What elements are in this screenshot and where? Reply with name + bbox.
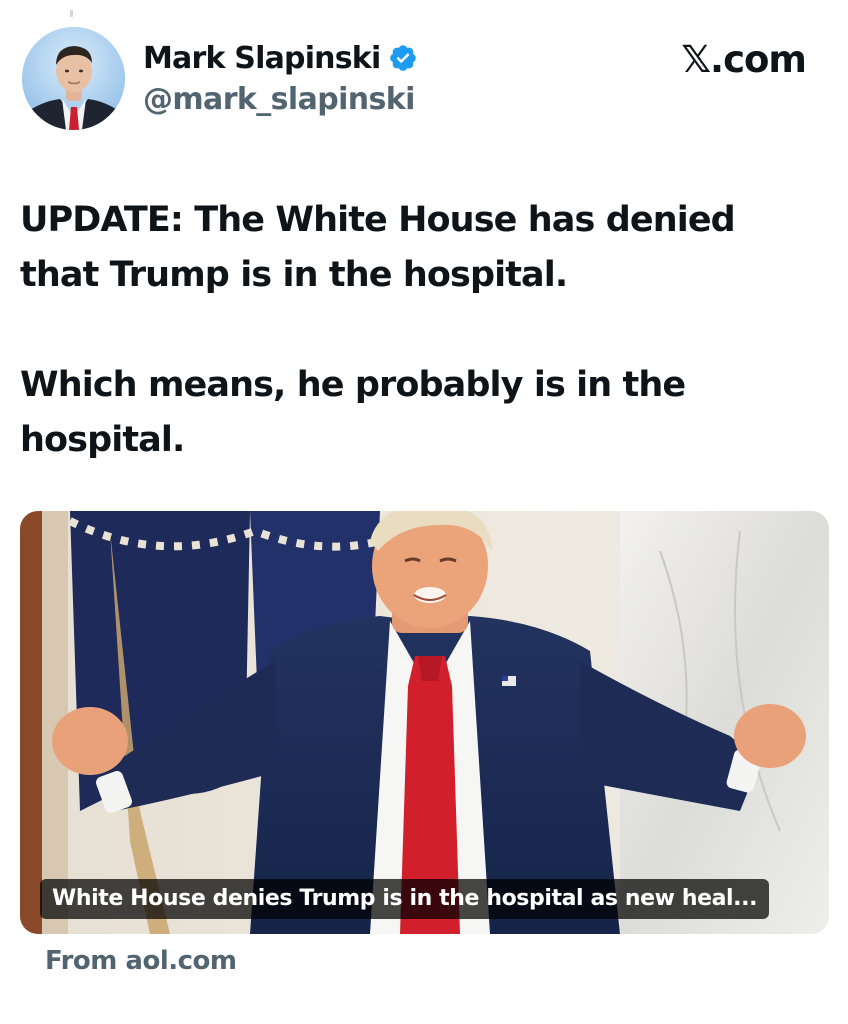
author-display-name[interactable]: Mark Slapinski: [143, 41, 381, 76]
tweet-paragraph-2: Which means, he probably is in the hospi…: [20, 365, 686, 460]
tweet-paragraph-1: UPDATE: The White House has denied that …: [20, 200, 736, 295]
top-edge-mark: [70, 10, 73, 17]
news-photo: [20, 511, 829, 934]
brand-label: 𝕏.com: [681, 38, 807, 81]
link-card-media[interactable]: White House denies Trump is in the hospi…: [20, 511, 829, 934]
link-card-source[interactable]: From aol.com: [45, 946, 237, 976]
link-card-caption[interactable]: White House denies Trump is in the hospi…: [40, 879, 770, 919]
avatar[interactable]: [22, 27, 125, 130]
author-handle[interactable]: @mark_slapinski: [143, 82, 415, 117]
tweet-text: UPDATE: The White House has denied that …: [20, 193, 810, 468]
author-name-row[interactable]: Mark Slapinski: [143, 38, 418, 78]
avatar-photo: [22, 27, 125, 130]
verified-badge-icon: [390, 45, 417, 71]
